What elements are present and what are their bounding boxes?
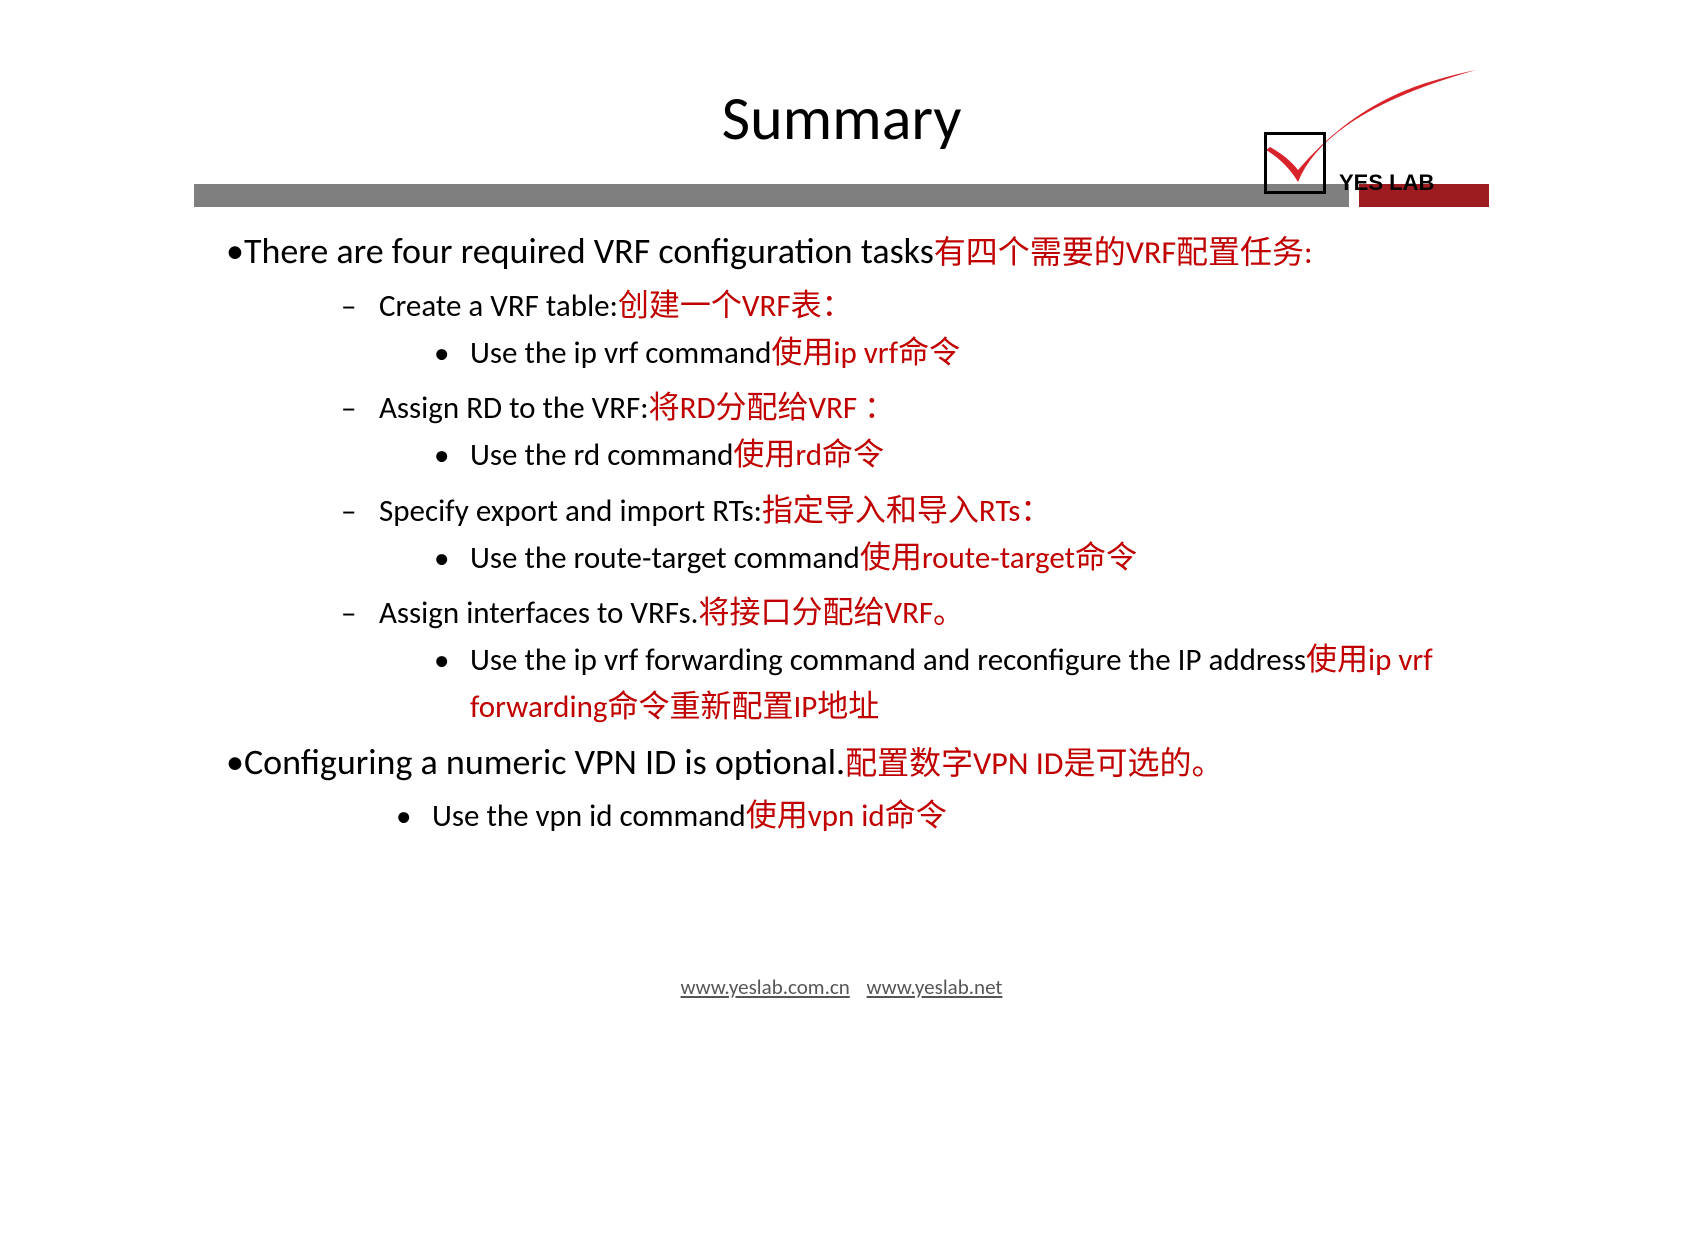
item-en: Assign RD to the VRF: xyxy=(379,389,649,427)
main2-zh: 配置数字VPN ID是可选的。 xyxy=(845,744,1223,783)
list-item: Specify export and import RTs:指定导入和导入RTs… xyxy=(341,487,1464,582)
footer-links: www.yeslab.com.cn www.yeslab.net xyxy=(194,974,1489,1000)
sub-zh: 使用vpn id命令 xyxy=(746,797,947,835)
sub-en: Use the route-target command xyxy=(470,539,860,577)
main1-zh: 有四个需要的VRF配置任务: xyxy=(934,233,1313,272)
list-item: Assign interfaces to VRFs.将接口分配给VRF。 Use… xyxy=(341,589,1464,730)
sub-en: Use the vpn id command xyxy=(432,797,746,835)
content-area: •There are four required VRF configurati… xyxy=(194,207,1489,839)
main1-en: There are four required VRF configuratio… xyxy=(244,229,934,273)
sub-en: Use the rd command xyxy=(470,436,733,474)
slide-container: YES LAB Summary •There are four required… xyxy=(194,50,1489,1020)
main2-en: Configuring a numeric VPN ID is optional… xyxy=(244,740,845,784)
bullet-item: Use the rd command使用rd命令 xyxy=(434,432,1464,479)
item-zh: 创建一个VRF表： xyxy=(618,287,853,325)
sub-zh: 使用rd命令 xyxy=(733,436,884,474)
sub-zh: 使用route-target命令 xyxy=(860,539,1137,577)
bullet-list: Use the ip vrf forwarding command and re… xyxy=(434,637,1464,730)
item-en: Assign interfaces to VRFs. xyxy=(379,594,698,632)
item-zh: 将RD分配给VRF ： xyxy=(649,389,896,427)
item-zh: 将接口分配给VRF。 xyxy=(698,594,964,632)
item-en: Specify export and import RTs: xyxy=(379,492,762,530)
main-bullet-2: •Configuring a numeric VPN ID is optiona… xyxy=(226,738,1464,787)
bullet-list: Use the vpn id command使用vpn id命令 xyxy=(396,793,1464,840)
sub-zh: 使用ip vrf命令 xyxy=(771,334,960,372)
item-zh: 指定导入和导入RTs： xyxy=(762,492,1051,530)
sub-list: Create a VRF table:创建一个VRF表： Use the ip … xyxy=(341,282,1464,731)
item-en: Create a VRF table: xyxy=(379,287,618,325)
list-item: Create a VRF table:创建一个VRF表： Use the ip … xyxy=(341,282,1464,377)
divider-gray xyxy=(194,184,1349,207)
footer-link-2[interactable]: www.yeslab.net xyxy=(867,974,1003,1000)
bullet-item: Use the ip vrf command使用ip vrf命令 xyxy=(434,330,1464,377)
sub-en: Use the ip vrf forwarding command and re… xyxy=(470,641,1306,679)
bullet-item: Use the vpn id command使用vpn id命令 xyxy=(396,793,1464,840)
logo: YES LAB xyxy=(1264,70,1489,200)
sub-en: Use the ip vrf command xyxy=(470,334,771,372)
bullet-list: Use the route-target command使用route-targ… xyxy=(434,535,1464,582)
bullet-list: Use the rd command使用rd命令 xyxy=(434,432,1464,479)
main-bullet-1: •There are four required VRF configurati… xyxy=(226,227,1464,276)
logo-box-icon xyxy=(1264,132,1326,194)
bullet-item: Use the ip vrf forwarding command and re… xyxy=(434,637,1464,730)
bullet-item: Use the route-target command使用route-targ… xyxy=(434,535,1464,582)
list-item: Assign RD to the VRF:将RD分配给VRF ： Use the… xyxy=(341,384,1464,479)
footer-link-1[interactable]: www.yeslab.com.cn xyxy=(681,974,850,1000)
bullet-list: Use the ip vrf command使用ip vrf命令 xyxy=(434,330,1464,377)
logo-text: YES LAB xyxy=(1339,170,1434,196)
